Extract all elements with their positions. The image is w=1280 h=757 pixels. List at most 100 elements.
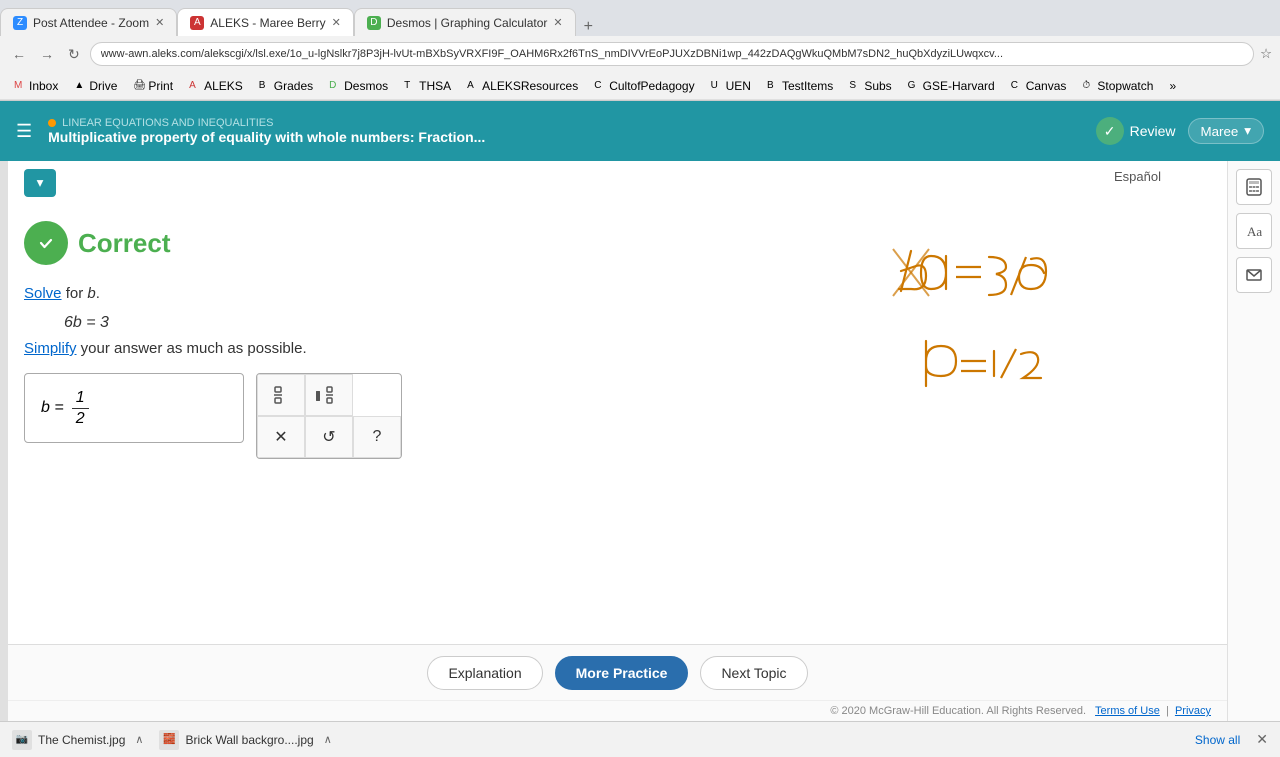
back-button[interactable]: ← xyxy=(8,44,30,64)
next-topic-button[interactable]: Next Topic xyxy=(700,656,807,690)
new-tab-button[interactable]: + xyxy=(576,18,601,36)
aleks-resources-icon: A xyxy=(467,80,479,92)
solve-link[interactable]: Solve xyxy=(24,285,62,302)
address-input[interactable] xyxy=(90,42,1254,66)
bookmark-subs[interactable]: S Subs xyxy=(843,77,897,95)
font-tool-button[interactable]: Aa xyxy=(1236,213,1272,249)
tab-zoom-label: Post Attendee - Zoom xyxy=(33,16,149,30)
tab-zoom[interactable]: Z Post Attendee - Zoom ✕ xyxy=(0,8,177,36)
download-bar: 📷 The Chemist.jpg ∧ 🧱 Brick Wall backgro… xyxy=(0,721,1280,757)
close-downloads-button[interactable]: ✕ xyxy=(1256,731,1268,748)
mail-tool-button[interactable] xyxy=(1236,257,1272,293)
hamburger-menu[interactable]: ☰ xyxy=(16,121,32,142)
clear-button[interactable]: ✕ xyxy=(257,416,305,458)
bookmark-gse[interactable]: G GSE-Harvard xyxy=(902,77,1001,95)
svg-text:Aa: Aa xyxy=(1247,224,1262,239)
bookmark-star[interactable]: ☆ xyxy=(1260,46,1272,62)
download-item-1[interactable]: 📷 The Chemist.jpg ∧ xyxy=(12,730,143,750)
tab-aleks-close[interactable]: ✕ xyxy=(332,16,341,29)
fraction-button[interactable] xyxy=(257,374,305,416)
answer-prefix: b = xyxy=(41,399,64,417)
gse-icon: G xyxy=(908,80,920,92)
help-button[interactable]: ? xyxy=(353,416,401,458)
jpg-icon-2: 🧱 xyxy=(159,730,179,750)
fraction-denominator: 2 xyxy=(72,409,89,428)
bookmark-stopwatch[interactable]: ⏱ Stopwatch xyxy=(1076,77,1159,95)
status-dot xyxy=(48,119,56,127)
tab-desmos-close[interactable]: ✕ xyxy=(553,16,562,29)
bookmark-aleks[interactable]: A ALEKS xyxy=(183,77,249,95)
fraction-numerator: 1 xyxy=(72,388,89,408)
download-item-2[interactable]: 🧱 Brick Wall backgro....jpg ∧ xyxy=(159,730,331,750)
zoom-tab-icon: Z xyxy=(13,16,27,30)
problem-area: Correct Solve for b. 6b = 3 Simplify you… xyxy=(8,221,1227,644)
testitems-icon: B xyxy=(767,80,779,92)
aleks-header: ☰ LINEAR EQUATIONS AND INEQUALITIES Mult… xyxy=(0,101,1280,161)
simplify-link[interactable]: Simplify xyxy=(24,340,77,357)
print-icon: 🖨 xyxy=(133,80,145,92)
handwriting-canvas xyxy=(831,221,1211,481)
answer-input-box[interactable]: b = 1 2 xyxy=(24,373,244,443)
problem-panel: Correct Solve for b. 6b = 3 Simplify you… xyxy=(24,221,831,636)
math-keypad: ✕ ↺ ? xyxy=(256,373,402,459)
espanol-btn[interactable]: Español xyxy=(1114,169,1161,184)
answer-box: b = 1 2 xyxy=(24,373,811,459)
download-close-2[interactable]: ∧ xyxy=(324,733,332,746)
explanation-button[interactable]: Explanation xyxy=(427,656,542,690)
show-all-button[interactable]: Show all xyxy=(1195,733,1240,747)
bookmark-thsa[interactable]: T THSA xyxy=(398,77,457,95)
bookmark-grades[interactable]: B Grades xyxy=(253,77,319,95)
bookmark-uen[interactable]: U UEN xyxy=(705,77,757,95)
expand-area: Español ▾ xyxy=(8,161,1227,221)
canvas-icon: C xyxy=(1011,80,1023,92)
bookmarks-bar: M Inbox ▲ Drive 🖨 Print A ALEKS B Grades… xyxy=(0,72,1280,100)
topic-label: LINEAR EQUATIONS AND INEQUALITIES xyxy=(62,117,273,129)
cult-icon: C xyxy=(594,80,606,92)
aleks-bk-icon: A xyxy=(189,80,201,92)
bookmark-testitems[interactable]: B TestItems xyxy=(761,77,839,95)
bookmark-canvas[interactable]: C Canvas xyxy=(1005,77,1073,95)
simplify-text: Simplify your answer as much as possible… xyxy=(24,340,811,357)
reload-button[interactable]: ↻ xyxy=(64,44,84,65)
download-close-1[interactable]: ∧ xyxy=(135,733,143,746)
tab-bar: Z Post Attendee - Zoom ✕ A ALEKS - Maree… xyxy=(0,0,1280,36)
bookmark-more[interactable]: » xyxy=(1163,77,1182,95)
calculator-tool-button[interactable] xyxy=(1236,169,1272,205)
review-button[interactable]: ✓ Review xyxy=(1096,117,1176,145)
more-practice-button[interactable]: More Practice xyxy=(555,656,689,690)
tab-aleks[interactable]: A ALEKS - Maree Berry ✕ xyxy=(177,8,354,36)
privacy-link[interactable]: Privacy xyxy=(1175,705,1211,717)
thsa-icon: T xyxy=(404,80,416,92)
review-label: Review xyxy=(1130,123,1176,139)
forward-button[interactable]: → xyxy=(36,44,58,64)
header-right: ✓ Review Maree ▾ xyxy=(1096,117,1264,145)
equation: 6b = 3 xyxy=(64,314,811,332)
desmos-bk-icon: D xyxy=(329,80,341,92)
bookmark-aleks-resources[interactable]: A ALEKSResources xyxy=(461,77,584,95)
stopwatch-icon: ⏱ xyxy=(1082,80,1094,92)
undo-button[interactable]: ↺ xyxy=(305,416,353,458)
bookmark-desmos[interactable]: D Desmos xyxy=(323,77,394,95)
terms-link[interactable]: Terms of Use xyxy=(1095,705,1160,717)
bookmark-print[interactable]: 🖨 Print xyxy=(127,77,179,95)
header-main-title: Multiplicative property of equality with… xyxy=(48,129,1095,145)
user-label: Maree xyxy=(1201,124,1239,139)
variable: b xyxy=(87,285,95,302)
tab-desmos[interactable]: D Desmos | Graphing Calculator ✕ xyxy=(354,8,576,36)
mixed-number-button[interactable] xyxy=(305,374,353,416)
bookmark-cult[interactable]: C CultofPedagogy xyxy=(588,77,700,95)
bookmark-inbox[interactable]: M Inbox xyxy=(8,77,64,95)
address-bar: ← → ↻ ☆ xyxy=(0,36,1280,72)
footer-actions: Explanation More Practice Next Topic xyxy=(8,644,1227,700)
bookmark-drive[interactable]: ▲ Drive xyxy=(68,77,123,95)
expand-button[interactable]: ▾ xyxy=(24,169,56,197)
user-menu-button[interactable]: Maree ▾ xyxy=(1188,118,1264,144)
user-chevron-icon: ▾ xyxy=(1244,123,1251,139)
drawing-area xyxy=(831,221,1211,636)
tab-aleks-label: ALEKS - Maree Berry xyxy=(210,16,325,30)
problem-text: Solve for b. xyxy=(24,285,811,302)
tab-zoom-close[interactable]: ✕ xyxy=(155,16,164,29)
header-subtitle: LINEAR EQUATIONS AND INEQUALITIES xyxy=(48,117,1095,129)
correct-text: Correct xyxy=(78,228,170,259)
aleks-tab-icon: A xyxy=(190,16,204,30)
